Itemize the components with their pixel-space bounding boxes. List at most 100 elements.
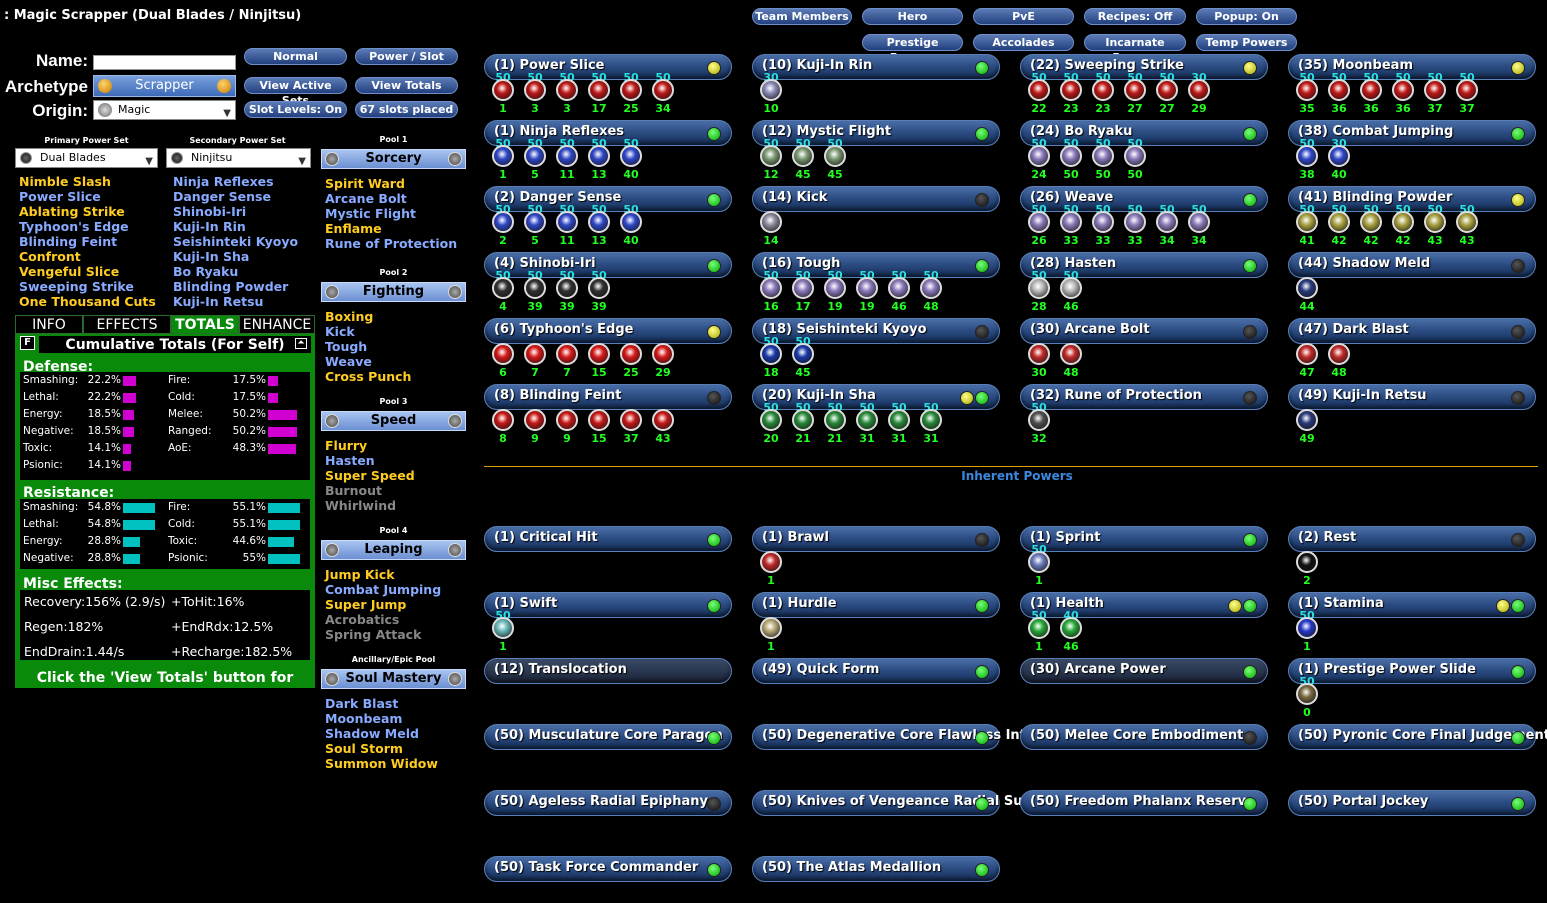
slots-placed-button[interactable]: 67 slots placed	[355, 101, 458, 118]
top-button-accolades[interactable]: Accolades	[973, 34, 1074, 51]
power-list-item[interactable]: Bo Ryaku	[173, 264, 298, 279]
enhancement-slot[interactable]: 30 29	[1185, 71, 1213, 116]
enhancement-slot[interactable]: 44	[1293, 269, 1321, 314]
power-list-item[interactable]: Blinding Feint	[19, 234, 156, 249]
enhancement-slot[interactable]: 29	[649, 335, 677, 380]
power-slot[interactable]: (50) Degenerative Core Flawless Int	[752, 724, 1026, 784]
status-light-icon[interactable]	[975, 665, 989, 679]
status-light-icon[interactable]	[1511, 731, 1525, 745]
enhancement-slot[interactable]: 50 34	[1153, 203, 1181, 248]
enhancement-slot[interactable]: 50 22	[1025, 71, 1053, 116]
status-light-icon[interactable]	[1243, 665, 1257, 679]
enhancement-slot[interactable]: 50 0	[1293, 675, 1321, 720]
power-slot[interactable]: (1) Brawl 1	[752, 526, 1000, 588]
enhancement-slot[interactable]: 50 12	[757, 137, 785, 182]
power-bar[interactable]: (50) Freedom Phalanx Reserve	[1020, 790, 1268, 816]
enhancement-slot[interactable]: 50 36	[1389, 71, 1417, 116]
power-slot[interactable]: (1) Hurdle 1	[752, 592, 1000, 653]
enhancement-slot[interactable]: 50 46	[1057, 269, 1085, 314]
enhancement-slot[interactable]: 50 50	[1121, 137, 1149, 182]
status-light-icon[interactable]	[707, 259, 721, 273]
enhancement-slot[interactable]: 50 37	[1453, 71, 1481, 116]
enhancement-slot[interactable]: 9	[521, 401, 549, 446]
enhancement-slot[interactable]: 50 42	[1325, 203, 1353, 248]
enhancement-slot[interactable]: 40 46	[1057, 609, 1085, 654]
enhancement-slot[interactable]: 50 19	[853, 269, 881, 314]
pool-selector[interactable]: Speed	[321, 411, 466, 431]
status-light-icon[interactable]	[1511, 533, 1525, 547]
primary-set-dropdown[interactable]: Dual Blades ▼	[15, 148, 158, 168]
power-slot[interactable]: (38) Combat Jumping 50 38 30 40	[1288, 120, 1536, 182]
status-light-icon[interactable]	[975, 797, 989, 811]
status-light-icon[interactable]	[707, 533, 721, 547]
status-light-icon[interactable]	[1243, 127, 1257, 141]
enhancement-slot[interactable]: 37	[617, 401, 645, 446]
power-list-item[interactable]: Shadow Meld	[325, 726, 438, 741]
enhancement-slot[interactable]: 50 34	[649, 71, 677, 116]
pool-selector[interactable]: Soul Mastery	[321, 669, 466, 689]
enhancement-slot[interactable]: 1	[757, 543, 785, 588]
power-slot[interactable]: (4) Shinobi-Iri 50 4 50 39 50 39 50 39	[484, 252, 732, 313]
enhancement-slot[interactable]: 49	[1293, 401, 1321, 446]
status-light-icon[interactable]	[975, 533, 989, 547]
status-light-icon[interactable]	[975, 863, 989, 877]
power-bar[interactable]: (50) Task Force Commander	[484, 856, 732, 882]
status-light-icon[interactable]	[1243, 325, 1257, 339]
enhancement-slot[interactable]: 50 34	[1185, 203, 1213, 248]
pool-selector[interactable]: Fighting	[321, 282, 466, 302]
enhancement-slot[interactable]: 50 27	[1121, 71, 1149, 116]
power-slot[interactable]: (1) Stamina 50 1	[1288, 592, 1536, 653]
enhancement-slot[interactable]: 30 40	[1325, 137, 1353, 182]
power-slot[interactable]: (50) Melee Core Embodiment	[1020, 724, 1268, 784]
power-bar[interactable]: (30) Arcane Power	[1020, 658, 1268, 684]
enhancement-slot[interactable]: 50 45	[789, 137, 817, 182]
enhancement-slot[interactable]: 50 5	[521, 203, 549, 248]
status-light-icon[interactable]	[707, 325, 721, 339]
normal-button[interactable]: Normal	[244, 48, 347, 65]
status-light-icon[interactable]	[1243, 61, 1257, 75]
enhancement-slot[interactable]: 50 32	[1025, 401, 1053, 446]
status-light-icon[interactable]	[1511, 259, 1525, 273]
enhancement-slot[interactable]: 7	[521, 335, 549, 380]
enhancement-slot[interactable]: 50 45	[821, 137, 849, 182]
status-light-icon[interactable]	[960, 391, 974, 405]
power-slot[interactable]: (1) Sprint 50 1	[1020, 526, 1268, 588]
power-slot[interactable]: (28) Hasten 50 28 50 46	[1020, 252, 1268, 314]
status-light-icon[interactable]	[707, 599, 721, 613]
enhancement-slot[interactable]: 50 26	[1025, 203, 1053, 248]
power-slot[interactable]: (44) Shadow Meld 44	[1288, 252, 1536, 314]
status-light-icon[interactable]	[975, 325, 989, 339]
power-slot[interactable]: (14) Kick 14	[752, 186, 1000, 248]
power-list-item[interactable]: Vengeful Slice	[19, 264, 156, 279]
power-bar[interactable]: (1) Brawl	[752, 526, 1000, 552]
power-list-item[interactable]: Kuji-In Sha	[173, 249, 298, 264]
enhancement-slot[interactable]: 50 1	[1025, 543, 1053, 588]
power-list-item[interactable]: Rune of Protection	[325, 236, 457, 251]
enhancement-slot[interactable]: 25	[617, 335, 645, 380]
power-list-item[interactable]: Kuji-In Retsu	[173, 294, 298, 309]
power-bar[interactable]: (1) Sprint	[1020, 526, 1268, 552]
power-slot[interactable]: (32) Rune of Protection 50 32	[1020, 384, 1268, 446]
enhancement-slot[interactable]: 50 31	[917, 401, 945, 446]
power-list-item[interactable]: Ninja Reflexes	[173, 174, 298, 189]
tab-info[interactable]: INFO	[15, 315, 83, 334]
enhancement-slot[interactable]: 50 48	[917, 269, 945, 314]
status-light-icon[interactable]	[975, 127, 989, 141]
power-slot[interactable]: (12) Mystic Flight 50 12 50 45 50 45	[752, 120, 1000, 182]
power-slot[interactable]: (12) Translocation	[484, 658, 732, 718]
enhancement-slot[interactable]: 14	[757, 203, 785, 248]
tab-enhance[interactable]: ENHANCE	[239, 315, 315, 334]
power-slot[interactable]: (30) Arcane Bolt 30 48	[1020, 318, 1268, 380]
collapse-icon[interactable]: ⏶	[295, 338, 307, 349]
power-list-item[interactable]: One Thousand Cuts	[19, 294, 156, 309]
power-slot[interactable]: (50) Musculature Core Paragon	[484, 724, 732, 784]
power-list-item[interactable]: Moonbeam	[325, 711, 438, 726]
power-bar[interactable]: (1) Swift	[484, 592, 732, 618]
enhancement-slot[interactable]: 48	[1057, 335, 1085, 380]
power-list-item[interactable]: Spring Attack	[325, 627, 441, 642]
origin-dropdown[interactable]: Magic ▼	[93, 100, 236, 120]
power-slot[interactable]: (50) Knives of Vengeance Radial Sup	[752, 790, 1032, 850]
top-button-pve[interactable]: PvE	[973, 8, 1074, 25]
enhancement-slot[interactable]: 50 38	[1293, 137, 1321, 182]
status-light-icon[interactable]	[1228, 599, 1242, 613]
